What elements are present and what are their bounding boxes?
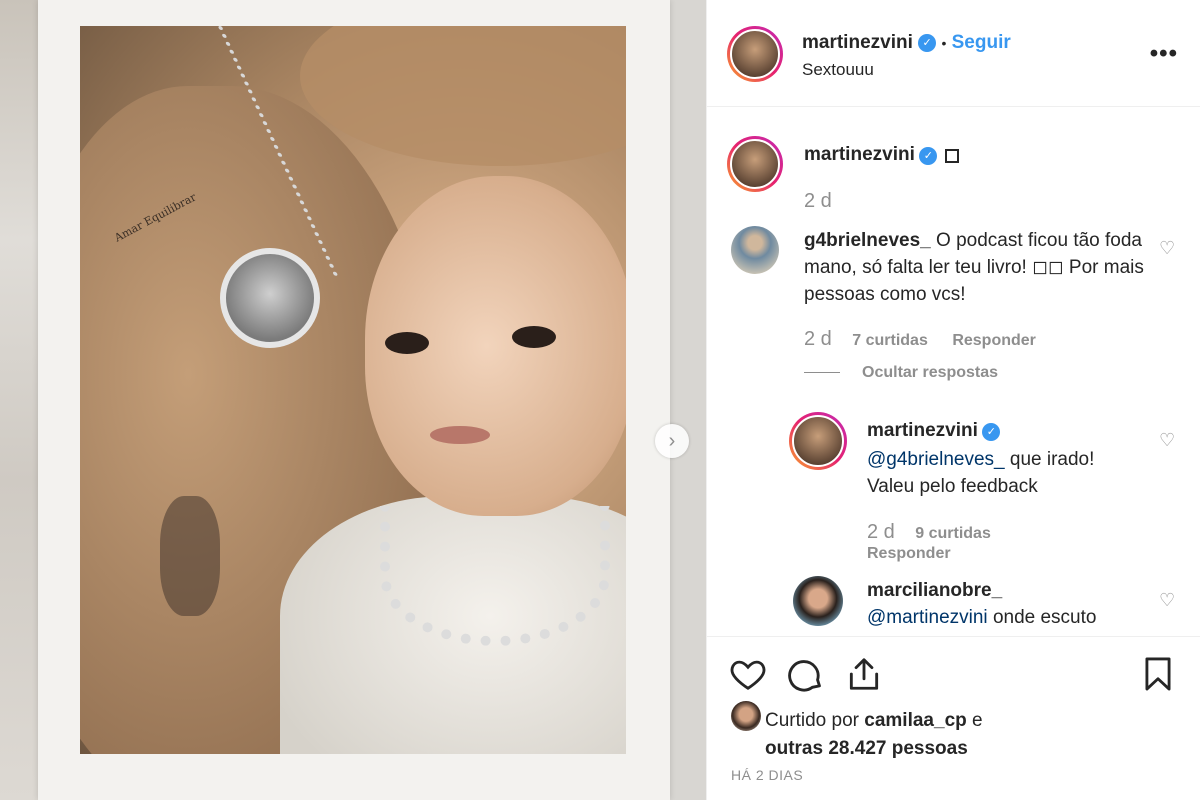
reply-username[interactable]: martinezvini bbox=[867, 420, 978, 441]
liker-avatar[interactable] bbox=[731, 701, 761, 731]
reply-avatar[interactable] bbox=[789, 412, 847, 470]
comments-list[interactable]: martinezvini ✓ 2 d g4brielneves_ O podca… bbox=[707, 108, 1200, 635]
more-options-icon[interactable]: ••• bbox=[1150, 40, 1178, 68]
background-strip bbox=[0, 0, 40, 800]
post-photo[interactable]: Amar Equilibrar bbox=[80, 26, 626, 754]
polaroid-frame: Amar Equilibrar bbox=[38, 0, 670, 800]
verified-icon: ✓ bbox=[919, 146, 938, 165]
comment-avatar[interactable] bbox=[731, 226, 779, 274]
caption-age: 2 d bbox=[804, 190, 832, 212]
liked-and: e bbox=[972, 710, 983, 731]
liked-user[interactable]: camilaa_cp bbox=[864, 710, 966, 731]
post-caption-header: Sextouuu bbox=[802, 60, 874, 79]
reply-username[interactable]: marcilianobre_ bbox=[867, 580, 1002, 601]
comment-reply-button[interactable]: Responder bbox=[952, 332, 1036, 349]
action-bar: Curtido por camilaa_cp e outras 28.427 p… bbox=[707, 636, 1200, 800]
reply-like-icon[interactable]: ♡ bbox=[1159, 430, 1175, 451]
hide-replies-label: Ocultar respostas bbox=[862, 364, 999, 381]
photo-pendant bbox=[220, 248, 320, 348]
liked-others[interactable]: outras 28.427 pessoas bbox=[765, 738, 968, 759]
comment-meta: 2 d 7 curtidas Responder bbox=[804, 328, 1036, 351]
photo-chain bbox=[380, 506, 610, 646]
reply-like-icon[interactable]: ♡ bbox=[1159, 590, 1175, 611]
post-time-ago[interactable]: HÁ 2 DIAS bbox=[731, 767, 803, 783]
reply-meta: 2 d 9 curtidas bbox=[867, 521, 991, 544]
reply-header: marcilianobre_ bbox=[867, 580, 1002, 602]
caption-username[interactable]: martinezvini bbox=[804, 144, 915, 165]
post-media: Amar Equilibrar › bbox=[0, 0, 706, 800]
liked-by-text: Curtido por camilaa_cp e outras 28.427 p… bbox=[765, 707, 983, 763]
reply-avatar[interactable] bbox=[793, 576, 843, 626]
caption-avatar[interactable] bbox=[727, 136, 783, 192]
reply-mention[interactable]: @g4brielneves_ bbox=[867, 449, 1005, 470]
bookmark-icon[interactable] bbox=[1139, 655, 1177, 693]
caption-meta: 2 d bbox=[804, 190, 832, 213]
post-header: martinezvini ✓ • Seguir Sextouuu ••• bbox=[707, 0, 1200, 107]
share-icon[interactable] bbox=[845, 655, 883, 693]
reply-age: 2 d bbox=[867, 521, 895, 543]
follow-button[interactable]: Seguir bbox=[952, 32, 1011, 53]
hide-replies-button[interactable]: Ocultar respostas bbox=[804, 364, 998, 382]
post-panel: martinezvini ✓ • Seguir Sextouuu ••• mar… bbox=[706, 0, 1200, 800]
heart-icon[interactable] bbox=[729, 655, 767, 693]
comment-username[interactable]: g4brielneves_ bbox=[804, 230, 931, 251]
comment-bubble-icon[interactable] bbox=[787, 655, 825, 693]
emoji-glyph bbox=[944, 148, 959, 163]
reply-body: @martinezvini onde escuto bbox=[867, 604, 1147, 631]
photo-eye-right bbox=[512, 326, 556, 348]
verified-icon: ✓ bbox=[982, 422, 1001, 441]
comment-body: g4brielneves_ O podcast ficou tão foda m… bbox=[804, 227, 1144, 308]
reply-likes[interactable]: 9 curtidas bbox=[915, 525, 991, 542]
next-media-button[interactable]: › bbox=[655, 424, 689, 458]
author-username[interactable]: martinezvini bbox=[802, 32, 913, 53]
reply-text: onde escuto bbox=[992, 607, 1097, 628]
reply-mention[interactable]: @martinezvini bbox=[867, 607, 988, 628]
reply-reply-button[interactable]: Responder bbox=[867, 545, 951, 563]
comment-likes[interactable]: 7 curtidas bbox=[852, 332, 928, 349]
verified-icon: ✓ bbox=[918, 33, 937, 52]
comment-like-icon[interactable]: ♡ bbox=[1159, 238, 1175, 259]
photo-footprint-tattoo bbox=[160, 496, 220, 616]
comment-age: 2 d bbox=[804, 328, 832, 350]
header-user-line: martinezvini ✓ • Seguir bbox=[802, 32, 1011, 54]
liked-prefix: Curtido por bbox=[765, 710, 859, 731]
reply-body: @g4brielneves_ que irado! Valeu pelo fee… bbox=[867, 446, 1137, 500]
caption-comment: martinezvini ✓ bbox=[804, 144, 959, 166]
reply-header: martinezvini ✓ bbox=[867, 420, 1001, 442]
separator-dot: • bbox=[941, 35, 947, 51]
photo-mouth bbox=[430, 426, 490, 444]
photo-shoulder bbox=[300, 26, 626, 166]
author-avatar[interactable] bbox=[727, 26, 783, 82]
photo-eye-left bbox=[385, 332, 429, 354]
